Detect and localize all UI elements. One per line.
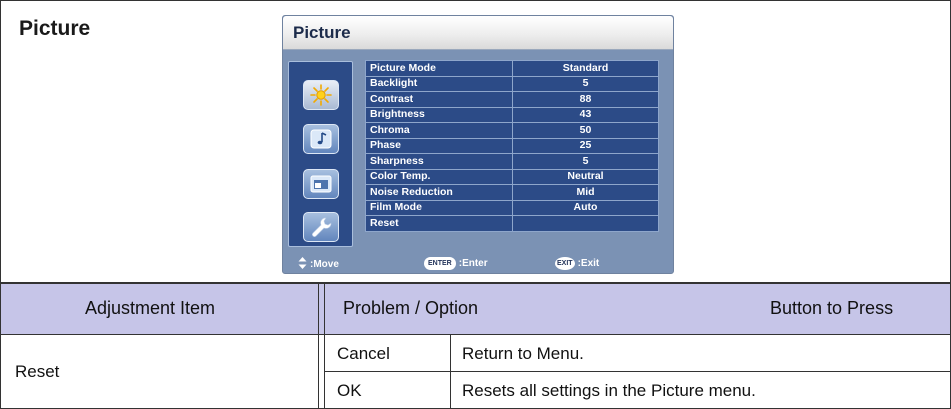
osd-body: Picture Mode Standard Backlight 5 Contra… bbox=[283, 59, 673, 255]
setting-label: Brightness bbox=[365, 106, 513, 123]
settings-row[interactable]: Chroma 50 bbox=[365, 122, 659, 139]
setting-value: Auto bbox=[512, 199, 659, 216]
osd-footer: :Move ENTER :Enter EXIT :Exit bbox=[283, 255, 673, 273]
setting-value: 43 bbox=[512, 106, 659, 123]
settings-row[interactable]: Color Temp. Neutral bbox=[365, 168, 659, 185]
picture-section: Picture Picture Picture Mode Standard Ba… bbox=[0, 0, 951, 283]
settings-row[interactable]: Brightness 43 bbox=[365, 106, 659, 123]
adjustment-item-reset: Reset bbox=[15, 362, 60, 381]
setting-value: 25 bbox=[512, 137, 659, 154]
option-cancel: Cancel bbox=[337, 344, 390, 363]
settings-row[interactable]: Contrast 88 bbox=[365, 91, 659, 108]
osd-header: Picture bbox=[283, 16, 673, 50]
exit-hint: EXIT :Exit bbox=[555, 257, 599, 270]
option-cancel-description: Return to Menu. bbox=[462, 344, 584, 363]
option-ok: OK bbox=[337, 381, 362, 400]
table-body: Reset Cancel Return to Menu. OK Resets a… bbox=[0, 335, 951, 409]
setting-value: 88 bbox=[512, 91, 659, 108]
settings-row[interactable]: Reset bbox=[365, 215, 659, 232]
settings-row[interactable]: Backlight 5 bbox=[365, 75, 659, 92]
section-title: Picture bbox=[19, 17, 91, 40]
music-note-icon[interactable] bbox=[303, 124, 339, 154]
settings-list: Picture Mode Standard Backlight 5 Contra… bbox=[365, 60, 659, 232]
adjustment-table: Adjustment Item Problem / Option Button … bbox=[0, 283, 951, 409]
option-ok-description: Resets all settings in the Picture menu. bbox=[462, 381, 756, 400]
header-problem-option: Problem / Option bbox=[343, 298, 479, 318]
settings-row[interactable]: Noise Reduction Mid bbox=[365, 184, 659, 201]
settings-row[interactable]: Phase 25 bbox=[365, 137, 659, 154]
enter-label: :Enter bbox=[458, 258, 488, 269]
column-divider bbox=[450, 335, 451, 409]
setting-label: Reset bbox=[365, 215, 513, 232]
setting-value bbox=[512, 215, 659, 232]
setting-label: Backlight bbox=[365, 75, 513, 92]
setting-label: Sharpness bbox=[365, 153, 513, 170]
setting-value: Standard bbox=[512, 60, 659, 77]
double-divider-left bbox=[318, 283, 319, 409]
setting-label: Noise Reduction bbox=[365, 184, 513, 201]
menu-icon-panel bbox=[288, 61, 353, 247]
window-icon[interactable] bbox=[303, 169, 339, 199]
table-header: Adjustment Item Problem / Option Button … bbox=[0, 283, 951, 335]
exit-label: :Exit bbox=[577, 258, 600, 269]
row-separator bbox=[325, 371, 951, 372]
header-button-to-press: Button to Press bbox=[770, 298, 894, 318]
header-adjustment-item: Adjustment Item bbox=[85, 298, 216, 318]
osd-title: Picture bbox=[293, 23, 351, 42]
osd-menu-window: Picture Picture Mode Standard Backlight … bbox=[282, 15, 674, 274]
setting-value: Mid bbox=[512, 184, 659, 201]
enter-key-icon: ENTER bbox=[424, 257, 456, 270]
move-label: :Move bbox=[310, 259, 339, 270]
enter-hint: ENTER :Enter bbox=[424, 257, 488, 270]
setting-label: Chroma bbox=[365, 122, 513, 139]
settings-row[interactable]: Picture Mode Standard bbox=[365, 60, 659, 77]
up-down-arrows-icon bbox=[298, 257, 307, 272]
settings-row[interactable]: Sharpness 5 bbox=[365, 153, 659, 170]
setting-value: 5 bbox=[512, 75, 659, 92]
double-divider-right bbox=[324, 283, 325, 409]
exit-key-icon: EXIT bbox=[555, 257, 575, 270]
setting-value: Neutral bbox=[512, 168, 659, 185]
setting-value: 5 bbox=[512, 153, 659, 170]
setting-value: 50 bbox=[512, 122, 659, 139]
setting-label: Contrast bbox=[365, 91, 513, 108]
sun-icon[interactable] bbox=[303, 80, 339, 110]
settings-row[interactable]: Film Mode Auto bbox=[365, 199, 659, 216]
setting-label: Color Temp. bbox=[365, 168, 513, 185]
wrench-icon[interactable] bbox=[303, 212, 339, 242]
setting-label: Phase bbox=[365, 137, 513, 154]
setting-label: Picture Mode bbox=[365, 60, 513, 77]
setting-label: Film Mode bbox=[365, 199, 513, 216]
move-hint: :Move bbox=[298, 257, 339, 272]
